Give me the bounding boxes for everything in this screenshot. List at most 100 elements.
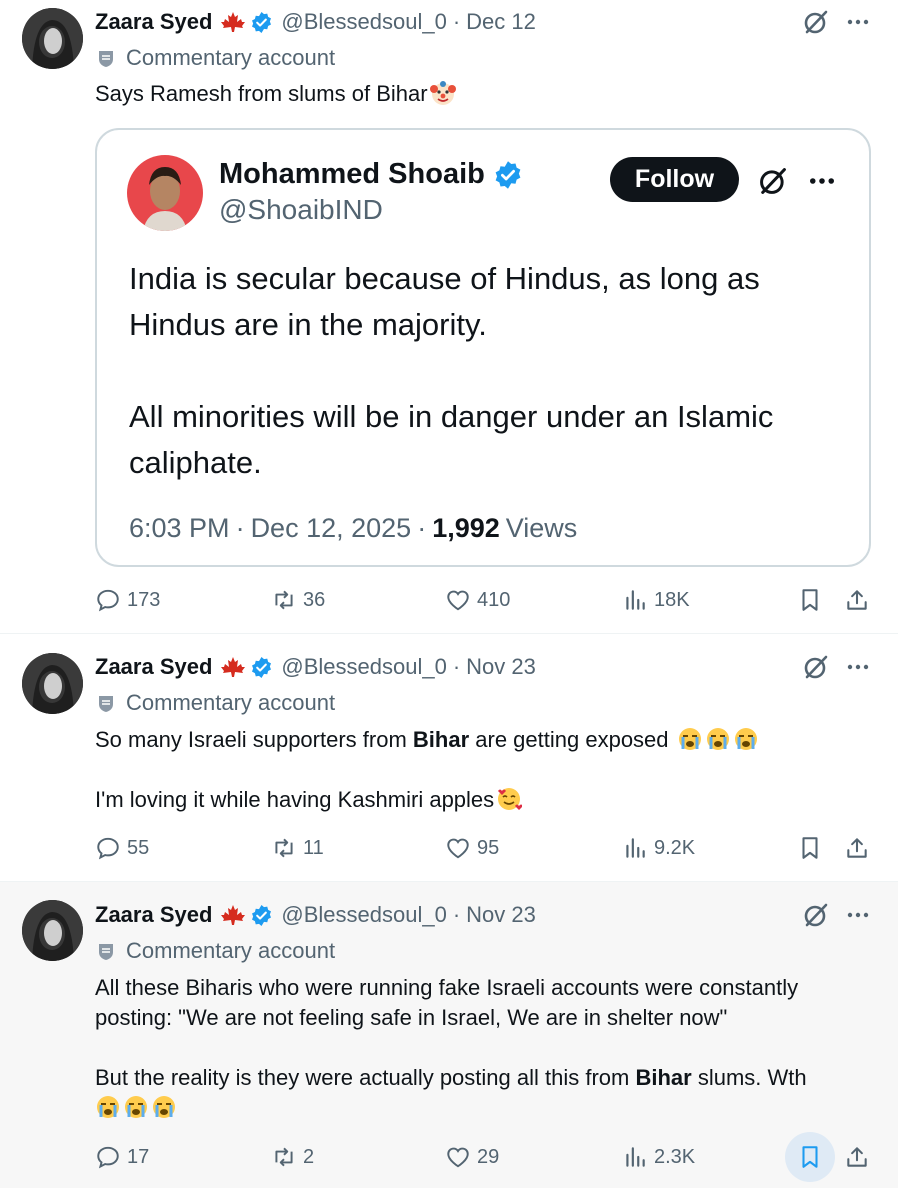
tweet-text: So many Israeli supporters from Bihar ar… bbox=[95, 725, 759, 815]
like-button[interactable]: 95 bbox=[445, 831, 499, 865]
tweet-header: Zaara Syed @Blessedsoul_0 · Nov 23 bbox=[95, 651, 536, 683]
avatar[interactable] bbox=[22, 8, 83, 69]
views-count: 9.2K bbox=[654, 836, 696, 859]
repost-button[interactable]: 36 bbox=[271, 583, 325, 617]
repost-icon bbox=[275, 1147, 293, 1167]
commentary-badge: Commentary account bbox=[95, 688, 335, 718]
repost-icon bbox=[275, 838, 293, 858]
tweet-date[interactable]: Dec 12 bbox=[466, 9, 536, 35]
commentary-label: Commentary account bbox=[126, 690, 336, 715]
author-handle[interactable]: @Blessedsoul_0 bbox=[281, 902, 446, 928]
avatar[interactable] bbox=[22, 900, 83, 961]
reply-count: 55 bbox=[127, 836, 150, 859]
share-icon bbox=[847, 838, 867, 858]
commentary-badge: Commentary account bbox=[95, 43, 335, 73]
repost-button[interactable]: 2 bbox=[271, 1140, 314, 1174]
tweet[interactable]: Zaara Syed @Blessedsoul_0 · Nov 23 Comme… bbox=[0, 882, 898, 1188]
commentary-badge: Commentary account bbox=[95, 936, 335, 966]
tweet-text-bold: Bihar bbox=[635, 1065, 692, 1090]
repost-button[interactable]: 11 bbox=[271, 831, 324, 865]
tweet-text-part: I'm loving it while having Kashmiri appl… bbox=[95, 787, 495, 812]
like-button[interactable]: 410 bbox=[445, 583, 510, 617]
commentary-badge-icon bbox=[99, 51, 113, 67]
crying-emoji bbox=[97, 1096, 119, 1118]
tweet-text-part: slums. Wth bbox=[691, 1065, 807, 1090]
bookmark-icon bbox=[802, 589, 818, 611]
reply-count: 17 bbox=[127, 1145, 150, 1168]
more-icon[interactable] bbox=[845, 9, 871, 35]
more-icon[interactable] bbox=[845, 654, 871, 680]
share-icon bbox=[847, 1147, 867, 1167]
canada-flag-icon bbox=[221, 12, 246, 32]
bookmark-button[interactable] bbox=[785, 575, 835, 625]
author-handle[interactable]: @Blessedsoul_0 bbox=[281, 9, 446, 35]
crying-emoji bbox=[125, 1096, 147, 1118]
quoted-text: India is secular because of Hindus, as l… bbox=[129, 261, 774, 480]
quoted-avatar[interactable] bbox=[127, 155, 203, 231]
share-button[interactable] bbox=[840, 831, 874, 865]
action-bar: 17 2 29 2.3K bbox=[95, 1132, 875, 1182]
tweet-header: Zaara Syed @Blessedsoul_0 · Dec 12 bbox=[95, 6, 536, 38]
tweet[interactable]: Zaara Syed @Blessedsoul_0 · Nov 23 Comme… bbox=[0, 634, 898, 882]
grok-icon[interactable] bbox=[802, 901, 830, 929]
like-count: 410 bbox=[477, 588, 511, 611]
views-button[interactable]: 9.2K bbox=[622, 831, 695, 865]
follow-button[interactable]: Follow bbox=[610, 157, 739, 202]
quoted-author-handle[interactable]: @ShoaibIND bbox=[219, 194, 383, 226]
repost-icon bbox=[275, 590, 293, 610]
share-icon bbox=[847, 590, 867, 610]
author-handle[interactable]: @Blessedsoul_0 bbox=[281, 654, 446, 680]
quoted-date[interactable]: Dec 12, 2025 bbox=[251, 513, 412, 544]
grok-icon[interactable] bbox=[802, 8, 830, 36]
bookmark-button[interactable] bbox=[785, 1132, 835, 1182]
tweet-text-bold: Bihar bbox=[412, 727, 470, 752]
avatar[interactable] bbox=[22, 653, 83, 714]
quoted-meta: 6:03 PM · Dec 12, 2025 · 1,992 Views bbox=[129, 513, 577, 544]
commentary-badge-icon bbox=[99, 696, 113, 712]
reply-count: 173 bbox=[127, 588, 161, 611]
tweet-text-content: Says Ramesh from slums of Bihar bbox=[95, 81, 428, 106]
tweet-date[interactable]: Nov 23 bbox=[466, 902, 536, 928]
share-button[interactable] bbox=[840, 1140, 874, 1174]
views-button[interactable]: 18K bbox=[622, 583, 690, 617]
repost-count: 11 bbox=[303, 836, 324, 859]
tweet-text-part: So many Israeli supporters from bbox=[95, 727, 413, 752]
verified-icon bbox=[252, 11, 272, 33]
like-button[interactable]: 29 bbox=[445, 1140, 499, 1174]
action-bar: 173 36 410 18K bbox=[95, 583, 875, 617]
separator: · bbox=[452, 9, 461, 34]
action-bar: 55 11 95 9.2K bbox=[95, 831, 875, 865]
share-button[interactable] bbox=[840, 583, 874, 617]
quoted-views-count: 1,992 bbox=[432, 513, 500, 543]
crying-emoji bbox=[678, 728, 701, 750]
author-name[interactable]: Zaara Syed bbox=[95, 654, 212, 680]
reply-button[interactable]: 173 bbox=[95, 583, 160, 617]
tweet[interactable]: Zaara Syed @Blessedsoul_0 · Dec 12 Comme… bbox=[0, 0, 898, 634]
grok-icon[interactable] bbox=[802, 653, 830, 681]
views-button[interactable]: 2.3K bbox=[622, 1140, 695, 1174]
quoted-author-name[interactable]: Mohammed Shoaib bbox=[219, 158, 485, 191]
like-count: 95 bbox=[477, 836, 500, 859]
repost-count: 36 bbox=[303, 588, 326, 611]
author-name[interactable]: Zaara Syed bbox=[95, 9, 212, 35]
separator: · bbox=[452, 902, 461, 927]
quoted-author[interactable]: Mohammed Shoaib bbox=[219, 158, 523, 191]
bookmark-button[interactable] bbox=[785, 823, 835, 873]
more-icon[interactable] bbox=[807, 166, 837, 196]
verified-icon bbox=[495, 160, 521, 189]
tweet-date[interactable]: Nov 23 bbox=[466, 654, 536, 680]
reply-icon bbox=[97, 589, 119, 612]
commentary-label: Commentary account bbox=[126, 938, 336, 963]
separator: · bbox=[235, 513, 245, 543]
separator: · bbox=[452, 654, 461, 679]
separator: · bbox=[417, 513, 427, 543]
views-icon bbox=[626, 838, 645, 858]
views-count: 18K bbox=[654, 588, 690, 611]
author-name[interactable]: Zaara Syed bbox=[95, 902, 212, 928]
grok-icon[interactable] bbox=[757, 165, 789, 197]
quoted-tweet[interactable]: Mohammed Shoaib @ShoaibIND Follow India … bbox=[95, 128, 871, 567]
reply-button[interactable]: 55 bbox=[95, 831, 149, 865]
reply-button[interactable]: 17 bbox=[95, 1140, 149, 1174]
quoted-time[interactable]: 6:03 PM bbox=[129, 513, 230, 544]
more-icon[interactable] bbox=[845, 902, 871, 928]
